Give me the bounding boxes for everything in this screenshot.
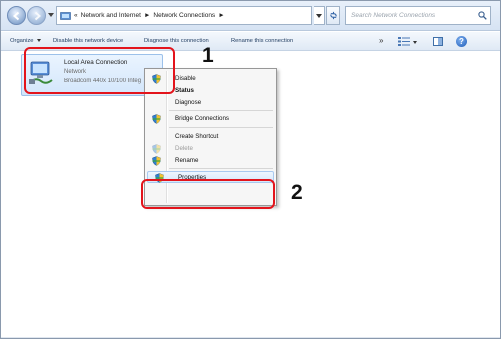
annotation-box-step-2	[141, 179, 275, 209]
more-commands-button[interactable]: »	[379, 36, 383, 45]
preview-pane-icon[interactable]	[433, 37, 443, 46]
menu-item-delete: Delete	[145, 143, 276, 155]
refresh-icon	[329, 11, 337, 20]
menu-item-label: Rename	[175, 157, 199, 164]
annotation-number-1: 1	[202, 44, 214, 67]
uac-shield-icon	[152, 144, 161, 154]
menu-item-label: Bridge Connections	[175, 115, 230, 122]
chevron-down-icon	[316, 13, 322, 18]
organize-label: Organize	[10, 38, 34, 44]
menu-separator	[169, 168, 273, 169]
menu-item-label: Status	[175, 87, 194, 94]
annotation-box-step-1	[24, 47, 175, 94]
rename-connection-button[interactable]: Rename this connection	[231, 38, 293, 44]
breadcrumb-network-connections[interactable]: Network Connections	[153, 12, 215, 19]
breadcrumb-network-and-internet[interactable]: Network and Internet	[81, 12, 141, 19]
help-icon[interactable]: ?	[456, 36, 467, 47]
search-icon[interactable]	[478, 11, 487, 20]
address-history-dropdown[interactable]	[314, 6, 325, 25]
change-view-icon[interactable]	[398, 37, 410, 46]
forward-arrow-icon	[34, 11, 41, 20]
menu-item-diagnose[interactable]: Diagnose	[145, 97, 276, 109]
uac-shield-icon	[152, 114, 161, 124]
menu-item-label: Disable	[175, 75, 196, 82]
address-field[interactable]: « Network and Internet ► Network Connect…	[56, 6, 312, 25]
search-box[interactable]: Search Network Connections	[345, 6, 491, 25]
back-arrow-icon	[12, 11, 19, 20]
menu-item-bridge-connections[interactable]: Bridge Connections	[145, 113, 276, 125]
view-options-dropdown-icon[interactable]	[413, 41, 417, 44]
search-placeholder: Search Network Connections	[351, 12, 436, 19]
menu-separator	[169, 110, 273, 111]
organize-button[interactable]: Organize	[10, 38, 41, 44]
forward-button[interactable]	[27, 6, 46, 25]
chevron-down-icon	[36, 38, 41, 42]
breadcrumb-separator-icon[interactable]: ►	[144, 12, 150, 19]
menu-separator	[169, 127, 273, 128]
uac-shield-icon	[152, 156, 161, 166]
menu-item-label: Delete	[175, 145, 193, 152]
refresh-button[interactable]	[326, 6, 340, 25]
menu-item-label: Diagnose	[175, 99, 202, 106]
recent-pages-dropdown-icon[interactable]	[48, 13, 54, 17]
diagnose-connection-button[interactable]: Diagnose this connection	[144, 38, 209, 44]
address-bar-row: « Network and Internet ► Network Connect…	[1, 1, 500, 31]
disable-device-button[interactable]: Disable this network device	[53, 38, 123, 44]
breadcrumb-prefix[interactable]: «	[74, 12, 78, 19]
annotation-number-2: 2	[291, 181, 303, 204]
back-button[interactable]	[7, 6, 26, 25]
menu-item-create-shortcut[interactable]: Create Shortcut	[145, 131, 276, 143]
menu-item-rename[interactable]: Rename	[145, 155, 276, 167]
menu-item-label: Create Shortcut	[175, 133, 219, 140]
network-folder-icon	[60, 12, 71, 20]
breadcrumb-separator-icon[interactable]: ►	[218, 12, 224, 19]
